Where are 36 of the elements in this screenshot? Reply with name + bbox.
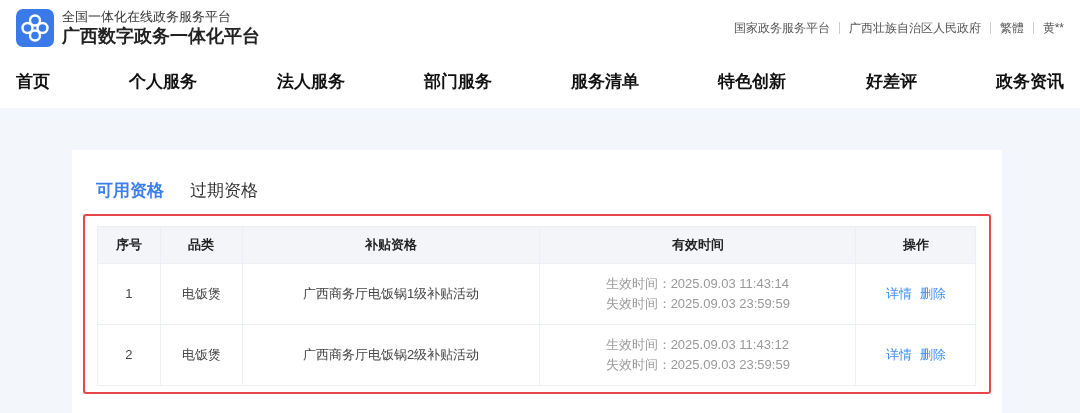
- header-link[interactable]: 黄**: [1032, 22, 1064, 34]
- time-text: 生效时间：2025.09.03 11:43:12: [605, 335, 790, 354]
- column-header: 序号: [97, 226, 161, 263]
- table-cell: 电饭煲: [160, 324, 243, 385]
- nav-item[interactable]: 部门服务: [423, 69, 492, 95]
- tab[interactable]: 可用资格: [96, 178, 164, 204]
- table-cell: 电饭煲: [160, 263, 243, 324]
- column-header: 操作: [855, 226, 976, 263]
- action-link[interactable]: 删除: [919, 285, 946, 301]
- table-cell: 1: [97, 263, 161, 324]
- column-header: 补贴资格: [242, 226, 540, 263]
- logo-icon: [16, 9, 54, 47]
- header-link[interactable]: 广西壮族自治区人民政府: [838, 22, 990, 34]
- nav-item[interactable]: 政务资讯: [995, 69, 1064, 95]
- platform-title: 广西数字政务一体化平台: [62, 25, 260, 47]
- table-cell: 广西商务厅电饭锅1级补贴活动: [242, 263, 540, 324]
- nav-item[interactable]: 首页: [16, 69, 50, 95]
- platform-subtitle: 全国一体化在线政务服务平台: [62, 9, 232, 25]
- tab[interactable]: 过期资格: [190, 178, 258, 204]
- time-text: 生效时间：2025.09.03 11:43:14: [605, 274, 790, 293]
- nav-item[interactable]: 服务清单: [571, 69, 640, 95]
- table-cell: 2: [97, 324, 161, 385]
- header-link[interactable]: 繁體: [989, 22, 1033, 34]
- time-text: 失效时间：2025.09.03 23:59:59: [605, 355, 790, 374]
- nav-item[interactable]: 法人服务: [276, 69, 345, 95]
- header-link[interactable]: 国家政务服务平台: [724, 22, 839, 34]
- column-header: 品类: [160, 226, 243, 263]
- action-link[interactable]: 删除: [919, 346, 946, 362]
- nav-item[interactable]: 好差评: [865, 69, 917, 95]
- nav-item[interactable]: 个人服务: [129, 69, 198, 95]
- nav-item[interactable]: 特色创新: [718, 69, 787, 95]
- table-cell: 广西商务厅电饭锅2级补贴活动: [242, 324, 540, 385]
- time-text: 失效时间：2025.09.03 23:59:59: [605, 294, 790, 313]
- column-header: 有效时间: [539, 226, 856, 263]
- action-link[interactable]: 详情: [885, 346, 912, 362]
- action-link[interactable]: 详情: [885, 285, 912, 301]
